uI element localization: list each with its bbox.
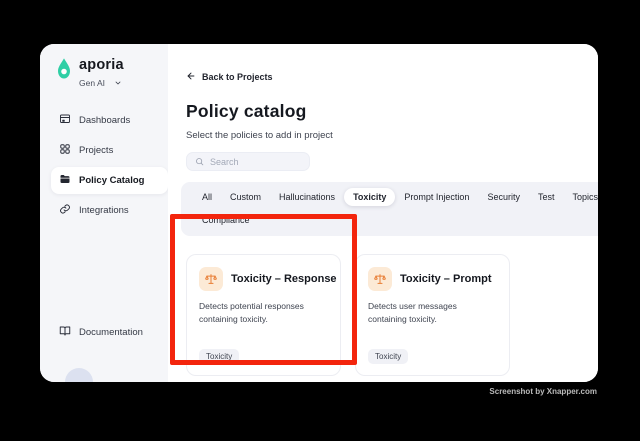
sidebar-item-integrations[interactable]: Integrations xyxy=(51,197,168,224)
book-icon xyxy=(59,325,71,340)
sidebar-item-label: Dashboards xyxy=(79,115,131,126)
brand-name: aporia xyxy=(79,57,124,73)
card-description: Detects potential responses containing t… xyxy=(199,301,304,325)
scales-icon xyxy=(199,267,223,291)
tab-test[interactable]: Test xyxy=(529,188,564,206)
tabs-row-2: Compliance xyxy=(193,211,598,229)
filter-tabs: All Custom Hallucinations Toxicity Promp… xyxy=(181,182,598,236)
sidebar-item-label: Documentation xyxy=(79,327,143,338)
sidebar-item-label: Integrations xyxy=(79,205,129,216)
sidebar-item-policy-catalog[interactable]: Policy Catalog xyxy=(51,167,168,194)
back-link-label: Back to Projects xyxy=(202,72,273,82)
sidebar-item-documentation[interactable]: Documentation xyxy=(51,319,168,346)
avatar[interactable] xyxy=(65,368,93,382)
projects-grid-icon xyxy=(59,143,71,158)
sidebar-item-projects[interactable]: Projects xyxy=(51,137,168,164)
tab-custom[interactable]: Custom xyxy=(221,188,270,206)
sidebar: aporia Gen AI Dashboards Projects Policy… xyxy=(40,44,168,382)
brand-switcher[interactable]: aporia Gen AI xyxy=(51,57,168,92)
droplet-icon xyxy=(55,57,73,85)
policy-cards: Toxicity – Response Detects potential re… xyxy=(186,254,598,376)
card-title: Toxicity – Prompt xyxy=(400,273,492,285)
chevron-down-icon[interactable] xyxy=(114,74,122,92)
workspace-label: Gen AI xyxy=(79,78,105,88)
app-window: aporia Gen AI Dashboards Projects Policy… xyxy=(40,44,598,382)
tab-hallucinations[interactable]: Hallucinations xyxy=(270,188,344,206)
sidebar-item-label: Policy Catalog xyxy=(79,175,145,186)
page-title: Policy catalog xyxy=(186,101,307,121)
policy-card-toxicity-prompt[interactable]: Toxicity – Prompt Detects user messages … xyxy=(355,254,510,376)
tab-toxicity[interactable]: Toxicity xyxy=(344,188,396,206)
dashboards-icon xyxy=(59,113,71,128)
main-content: Back to Projects Policy catalog Select t… xyxy=(168,44,598,382)
link-icon xyxy=(59,203,71,218)
sidebar-nav: Dashboards Projects Policy Catalog Integ… xyxy=(51,107,168,224)
tab-prompt-injection[interactable]: Prompt Injection xyxy=(395,188,478,206)
card-tag: Toxicity xyxy=(199,349,240,364)
card-title: Toxicity – Response xyxy=(231,273,337,285)
card-description: Detects user messages containing toxicit… xyxy=(368,301,457,325)
folder-icon xyxy=(59,173,71,188)
page-subtitle: Select the policies to add in project xyxy=(186,130,333,141)
search-input[interactable] xyxy=(210,156,296,167)
tab-security[interactable]: Security xyxy=(478,188,529,206)
card-tag: Toxicity xyxy=(368,349,409,364)
scales-icon xyxy=(368,267,392,291)
xnapper-watermark: Screenshot by Xnapper.com xyxy=(489,387,597,396)
back-to-projects-link[interactable]: Back to Projects xyxy=(186,68,273,86)
policy-card-toxicity-response[interactable]: Toxicity – Response Detects potential re… xyxy=(186,254,341,376)
arrow-left-icon xyxy=(186,68,196,86)
search-box[interactable] xyxy=(186,152,310,171)
tab-topics[interactable]: Topics xyxy=(563,188,598,206)
sidebar-item-label: Projects xyxy=(79,145,114,156)
tab-all[interactable]: All xyxy=(193,188,221,206)
tabs-row-1: All Custom Hallucinations Toxicity Promp… xyxy=(193,188,598,206)
sidebar-item-dashboards[interactable]: Dashboards xyxy=(51,107,168,134)
tab-compliance[interactable]: Compliance xyxy=(193,211,259,229)
search-icon xyxy=(195,153,204,171)
